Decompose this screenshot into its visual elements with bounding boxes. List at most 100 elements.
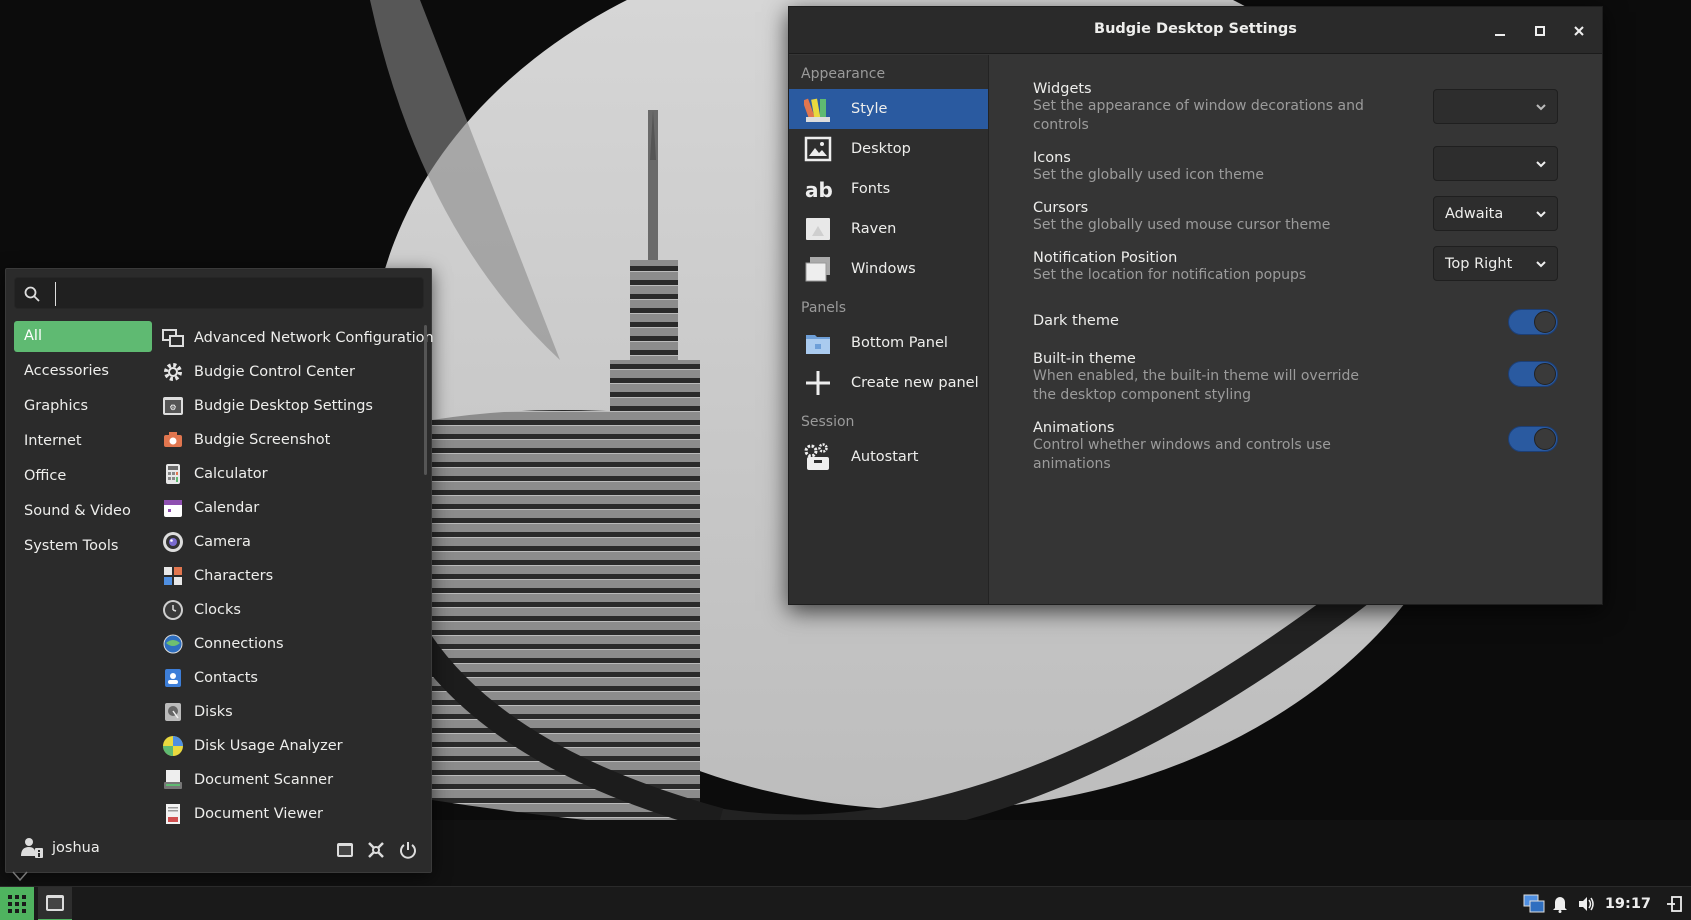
settings-shortcut-button[interactable] — [333, 838, 357, 862]
app-item[interactable]: Disks — [162, 695, 422, 729]
taskbar-item-budgie-settings[interactable] — [38, 887, 72, 920]
menu-search-input[interactable] — [55, 282, 415, 306]
autostart-icon — [803, 442, 833, 472]
setting-description: When enabled, the built-in theme will ov… — [1033, 368, 1359, 403]
category-sound-video[interactable]: Sound & Video — [14, 496, 152, 527]
sidebar-item-raven[interactable]: Raven — [789, 209, 988, 249]
desktop-icon — [803, 134, 833, 164]
app-label: Clocks — [194, 602, 241, 618]
windows-icon — [803, 254, 833, 284]
power-button[interactable] — [396, 838, 420, 862]
category-accessories[interactable]: Accessories — [14, 356, 152, 387]
app-menu-button[interactable] — [0, 887, 34, 920]
budgie-desktop-settings-window: Budgie Desktop Settings Appearance Style… — [788, 6, 1603, 605]
sidebar-item-label: Create new panel — [851, 375, 979, 391]
app-item[interactable]: Document Scanner — [162, 763, 422, 797]
menu-footer: joshua — [6, 826, 431, 872]
app-item[interactable]: Clocks — [162, 593, 422, 627]
sidebar-item-windows[interactable]: Windows — [789, 249, 988, 289]
disk-usage-icon — [162, 735, 184, 757]
chevron-down-icon — [1536, 261, 1546, 268]
app-item[interactable]: Calendar — [162, 491, 422, 525]
logout-icon[interactable] — [1663, 893, 1685, 915]
app-label: Disk Usage Analyzer — [194, 738, 343, 754]
app-label: Advanced Network Configuration — [194, 330, 434, 346]
setting-description: Control whether windows and controls use… — [1033, 437, 1331, 472]
notification-position-dropdown[interactable]: Top Right — [1433, 246, 1558, 281]
sidebar-item-autostart[interactable]: Autostart — [789, 437, 988, 477]
sidebar-item-style[interactable]: Style — [789, 89, 988, 129]
app-label: Budgie Screenshot — [194, 432, 331, 448]
user-button[interactable]: joshua — [20, 836, 100, 860]
app-item[interactable]: Contacts — [162, 661, 422, 695]
calculator-icon — [162, 463, 184, 485]
minimize-icon — [1495, 34, 1505, 36]
maximize-button[interactable] — [1528, 19, 1552, 43]
sidebar-item-create-panel[interactable]: Create new panel — [789, 363, 988, 403]
dropdown-value: Top Right — [1445, 255, 1513, 272]
menu-search-box[interactable] — [14, 277, 424, 309]
gear-icon — [162, 361, 184, 383]
document-viewer-icon — [162, 803, 184, 825]
app-label: Document Scanner — [194, 772, 334, 788]
app-item[interactable]: Advanced Network Configuration — [162, 321, 434, 355]
widgets-theme-dropdown[interactable] — [1433, 89, 1558, 124]
app-item[interactable]: Budgie Screenshot — [162, 423, 422, 457]
notification-bell-icon[interactable] — [1549, 893, 1571, 915]
category-graphics[interactable]: Graphics — [14, 391, 152, 422]
budgie-settings-icon: ⚙ — [162, 395, 184, 417]
category-list: All Accessories Graphics Internet Office… — [14, 321, 152, 566]
app-label: Budgie Control Center — [194, 364, 355, 380]
sidebar-item-desktop[interactable]: Desktop — [789, 129, 988, 169]
category-office[interactable]: Office — [14, 461, 152, 492]
category-internet[interactable]: Internet — [14, 426, 152, 457]
camera-icon — [162, 531, 184, 553]
app-item[interactable]: Budgie Control Center — [162, 355, 422, 389]
app-label: Calculator — [194, 466, 268, 482]
fonts-icon: ab — [803, 174, 833, 204]
style-icon — [803, 94, 833, 124]
raven-icon — [803, 214, 833, 244]
toggle-knob — [1534, 311, 1556, 333]
sidebar-item-bottom-panel[interactable]: Bottom Panel — [789, 323, 988, 363]
app-item[interactable]: Disk Usage Analyzer — [162, 729, 422, 763]
app-list-scrollbar[interactable] — [424, 325, 427, 475]
sidebar-item-label: Raven — [851, 221, 897, 237]
bottom-panel: 19:17 — [0, 886, 1691, 920]
dark-theme-toggle[interactable] — [1508, 309, 1558, 335]
minimize-button[interactable] — [1488, 19, 1512, 43]
app-label: Contacts — [194, 670, 258, 686]
characters-icon — [162, 565, 184, 587]
sidebar-item-fonts[interactable]: ab Fonts — [789, 169, 988, 209]
setting-row-animations: Animations Control whether windows and c… — [1033, 420, 1558, 474]
setting-row-dark-theme: Dark theme — [1033, 309, 1558, 335]
user-icon — [21, 838, 43, 858]
close-button[interactable] — [1567, 19, 1591, 43]
toggle-knob — [1534, 363, 1556, 385]
category-system-tools[interactable]: System Tools — [14, 531, 152, 562]
app-item[interactable]: Characters — [162, 559, 422, 593]
app-label: Document Viewer — [194, 806, 324, 822]
panel-clock[interactable]: 19:17 — [1605, 896, 1651, 912]
sidebar-item-label: Desktop — [851, 141, 911, 157]
setting-row-builtin-theme: Built-in theme When enabled, the built-i… — [1033, 351, 1558, 405]
contacts-icon — [162, 667, 184, 689]
icon-theme-dropdown[interactable] — [1433, 146, 1558, 181]
tools-icon — [368, 842, 384, 858]
setting-title: Animations — [1033, 420, 1115, 436]
volume-icon[interactable] — [1575, 893, 1597, 915]
animations-toggle[interactable] — [1508, 426, 1558, 452]
control-center-button[interactable] — [364, 838, 388, 862]
close-icon — [1574, 26, 1584, 36]
app-item[interactable]: ⚙ Budgie Desktop Settings — [162, 389, 422, 423]
window-titlebar[interactable]: Budgie Desktop Settings — [789, 7, 1602, 54]
app-label: Camera — [194, 534, 251, 550]
builtin-theme-toggle[interactable] — [1508, 361, 1558, 387]
app-item[interactable]: Camera — [162, 525, 422, 559]
setting-row-cursors: Cursors Set the globally used mouse curs… — [1033, 196, 1558, 235]
app-item[interactable]: Calculator — [162, 457, 422, 491]
app-item[interactable]: Connections — [162, 627, 422, 661]
category-all[interactable]: All — [14, 321, 152, 352]
network-icon[interactable] — [1523, 893, 1545, 915]
cursor-theme-dropdown[interactable]: Adwaita — [1433, 196, 1558, 231]
